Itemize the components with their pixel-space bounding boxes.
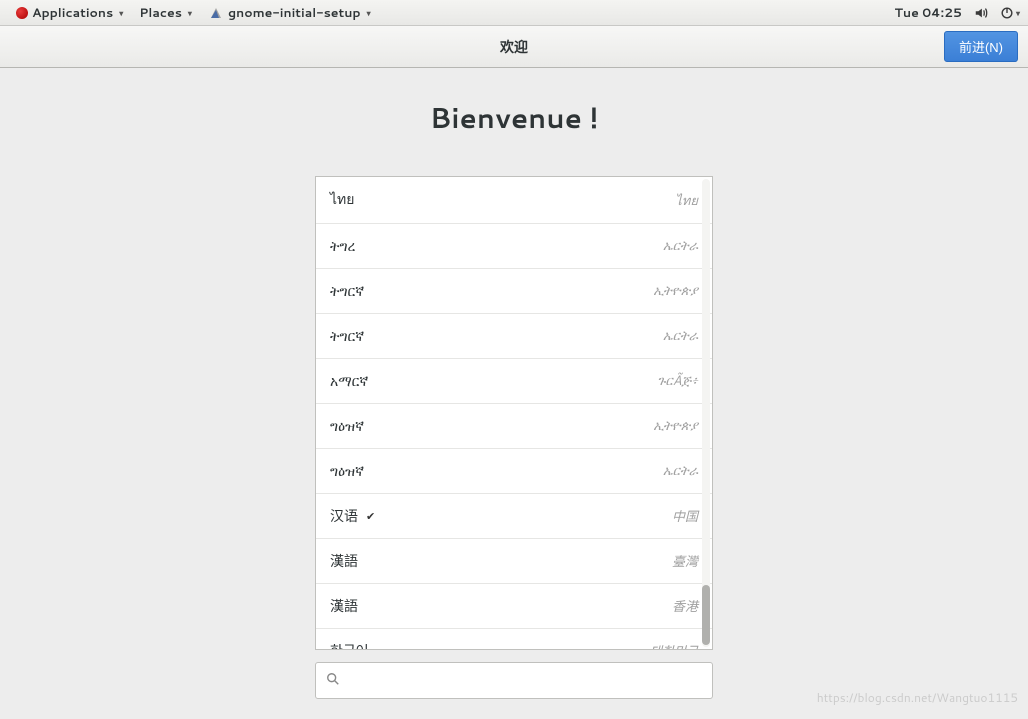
app-icon	[208, 5, 224, 21]
applications-label: Applications	[32, 4, 113, 22]
panel-left: Applications ▾ Places ▾ gnome-initial-se…	[8, 4, 379, 22]
language-name: ትግረ	[330, 236, 355, 256]
language-name: ግዕዝኛ	[330, 461, 364, 481]
language-name: አማርኛ	[330, 371, 368, 391]
language-region: 대한민국	[650, 641, 698, 649]
language-name: 汉语✔	[330, 506, 375, 526]
language-region: ኤርትራ	[663, 237, 698, 255]
language-region: ኤርትራ	[663, 462, 698, 480]
language-name: ትግርኛ	[330, 326, 364, 346]
language-region: 香港	[672, 596, 698, 616]
language-row[interactable]: 汉语✔ 中国	[316, 494, 712, 539]
language-name: ግዕዝኛ	[330, 416, 364, 436]
language-region: 臺灣	[672, 551, 698, 571]
scroll-thumb[interactable]	[702, 585, 710, 645]
chevron-down-icon: ▾	[119, 7, 123, 19]
power-icon[interactable]: ▾	[1000, 6, 1020, 20]
language-row[interactable]: ግዕዝኛ ኢትዮጵያ	[316, 404, 712, 449]
language-row[interactable]: 한국어 대한민국	[316, 629, 712, 649]
check-icon: ✔	[366, 508, 375, 524]
language-list-frame: ไทย ไทย ትግረ ኤርትራ ትግርኛ ኢትዮጵያ ትግርኛ ኤርትራ አማርኛ ጉርÃጅ፥ ግ…	[315, 176, 713, 650]
header-bar: 欢迎 前进(N)	[0, 26, 1028, 68]
page-title: 欢迎	[500, 37, 528, 57]
search-icon	[326, 669, 340, 692]
places-label: Places	[139, 4, 182, 22]
language-name: 한국어	[330, 641, 369, 649]
content-area: Bienvenue ! ไทย ไทย ትግረ ኤርትራ ትግርኛ ኢትዮጵያ ትግርኛ ኤር…	[0, 68, 1028, 719]
language-row[interactable]: 漢語 香港	[316, 584, 712, 629]
places-menu[interactable]: Places ▾	[131, 4, 200, 22]
panel-right: Tue 04:25 ▾	[895, 4, 1020, 22]
search-input[interactable]	[348, 673, 702, 688]
top-panel: Applications ▾ Places ▾ gnome-initial-se…	[0, 0, 1028, 26]
welcome-heading: Bienvenue !	[430, 98, 599, 138]
language-name: 漢語	[330, 596, 358, 616]
activities-icon	[16, 7, 28, 19]
language-row[interactable]: 漢語 臺灣	[316, 539, 712, 584]
language-region: ไทย	[675, 190, 698, 211]
language-name: 漢語	[330, 551, 358, 571]
language-row[interactable]: አማርኛ ጉርÃጅ፥	[316, 359, 712, 404]
language-list[interactable]: ไทย ไทย ትግረ ኤርትራ ትግርኛ ኢትዮጵያ ትግርኛ ኤርትራ አማርኛ ጉርÃጅ፥ ግ…	[316, 177, 712, 649]
chevron-down-icon: ▾	[1016, 7, 1020, 19]
language-name: ไทย	[330, 189, 354, 211]
language-row[interactable]: ትግርኛ ኤርትራ	[316, 314, 712, 359]
language-name: ትግርኛ	[330, 281, 364, 301]
scrollbar[interactable]	[702, 179, 710, 647]
chevron-down-icon: ▾	[188, 7, 192, 19]
chevron-down-icon: ▾	[367, 7, 371, 19]
app-menu[interactable]: gnome-initial-setup ▾	[200, 4, 379, 22]
search-box[interactable]	[315, 662, 713, 699]
next-button[interactable]: 前进(N)	[944, 31, 1018, 62]
language-region: ኤርትራ	[663, 327, 698, 345]
language-row[interactable]: ትግርኛ ኢትዮጵያ	[316, 269, 712, 314]
language-region: 中国	[672, 506, 698, 526]
language-row[interactable]: ትግረ ኤርትራ	[316, 224, 712, 269]
watermark: https://blog.csdn.net/Wangtuo1115	[817, 689, 1018, 706]
applications-menu[interactable]: Applications ▾	[8, 4, 131, 22]
volume-icon[interactable]	[974, 6, 988, 20]
app-menu-label: gnome-initial-setup	[228, 4, 361, 22]
language-row[interactable]: ግዕዝኛ ኤርትራ	[316, 449, 712, 494]
language-region: ኢትዮጵያ	[653, 417, 698, 435]
language-row[interactable]: ไทย ไทย	[316, 177, 712, 224]
language-region: ኢትዮጵያ	[653, 282, 698, 300]
clock[interactable]: Tue 04:25	[895, 4, 962, 22]
language-region: ጉርÃጅ፥	[657, 372, 698, 390]
